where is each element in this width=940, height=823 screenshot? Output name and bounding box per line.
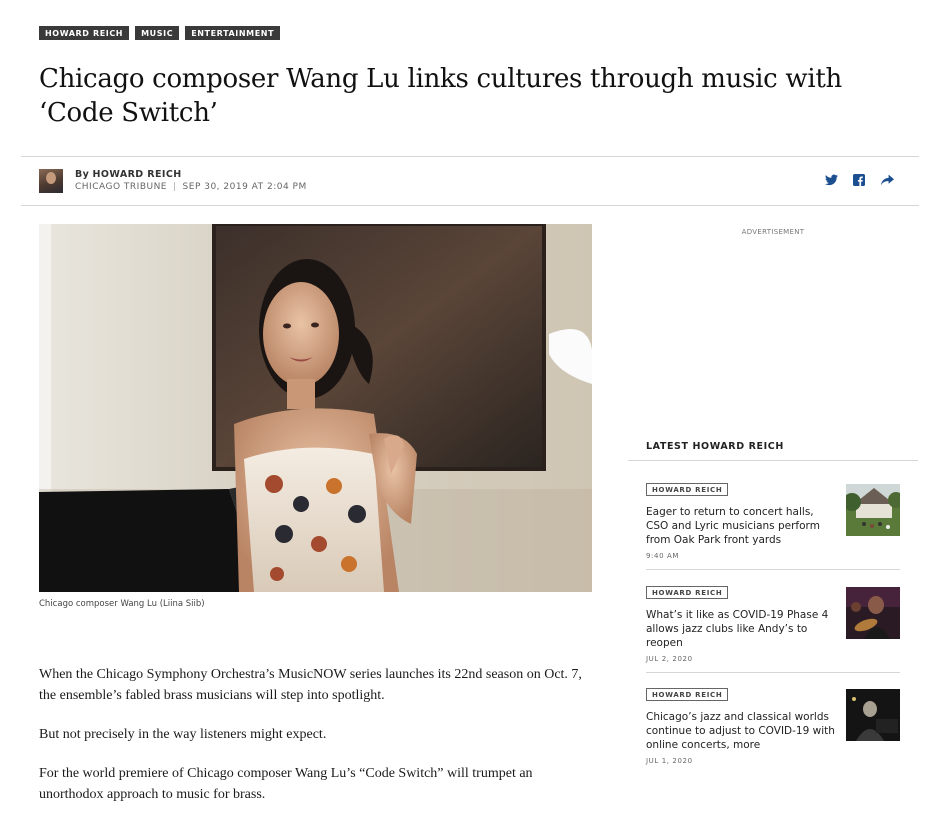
header-divider-bottom <box>21 205 919 206</box>
tag-entertainment[interactable]: ENTERTAINMENT <box>185 26 281 40</box>
author-name-link[interactable]: HOWARD REICH <box>93 169 182 180</box>
share-arrow-icon[interactable] <box>880 174 894 188</box>
story-thumbnail[interactable] <box>846 689 900 741</box>
story-headline-link[interactable]: Eager to return to concert halls, CSO an… <box>646 505 836 547</box>
byline: By HOWARD REICH CHICAGO TRIBUNE | SEP 30, … <box>75 168 307 194</box>
story-thumbnail[interactable] <box>846 587 900 639</box>
byline-prefix: By <box>75 169 90 180</box>
tag-music[interactable]: MUSIC <box>135 26 180 40</box>
story-headline-link[interactable]: Chicago’s jazz and classical worlds cont… <box>646 710 836 752</box>
article-photo[interactable] <box>39 224 592 592</box>
story-tag[interactable]: HOWARD REICH <box>646 586 729 599</box>
latest-section-title: LATEST HOWARD REICH <box>646 441 784 452</box>
article-headline: Chicago composer Wang Lu links cultures … <box>39 64 842 128</box>
story-divider <box>646 672 900 673</box>
author-avatar[interactable] <box>39 169 63 193</box>
latest-story[interactable]: HOWARD REICH Eager to return to concert … <box>646 479 902 560</box>
story-divider <box>646 569 900 570</box>
story-timestamp: JUL 1, 2020 <box>646 757 693 765</box>
facebook-icon[interactable] <box>852 174 866 188</box>
twitter-icon[interactable] <box>824 174 838 188</box>
outlet-name: CHICAGO TRIBUNE <box>75 182 167 192</box>
story-timestamp: JUL 2, 2020 <box>646 655 693 663</box>
byline-separator: | <box>173 182 177 192</box>
latest-story[interactable]: HOWARD REICH Chicago’s jazz and classica… <box>646 684 902 765</box>
tag-howard-reich[interactable]: HOWARD REICH <box>39 26 130 40</box>
story-headline-link[interactable]: What’s it like as COVID-19 Phase 4 allow… <box>646 608 836 650</box>
advertisement-label: ADVERTISEMENT <box>741 228 805 236</box>
photo-caption: Chicago composer Wang Lu (Liina Siib) <box>39 599 205 609</box>
story-tag[interactable]: HOWARD REICH <box>646 688 729 701</box>
body-paragraph: For the world premiere of Chicago compos… <box>39 766 533 802</box>
article-body: When the Chicago Symphony Orchestra’s Mu… <box>39 664 599 823</box>
publish-date: SEP 30, 2019 AT 2:04 PM <box>182 182 307 192</box>
story-thumbnail[interactable] <box>846 484 900 536</box>
body-paragraph: But not precisely in the way listeners m… <box>39 727 327 742</box>
story-tag[interactable]: HOWARD REICH <box>646 483 729 496</box>
header-divider-top <box>21 156 919 157</box>
section-tags: HOWARD REICH MUSIC ENTERTAINMENT <box>39 26 281 40</box>
latest-divider <box>628 460 918 461</box>
share-bar <box>824 174 894 188</box>
story-timestamp: 9:40 AM <box>646 552 679 560</box>
body-paragraph: When the Chicago Symphony Orchestra’s Mu… <box>39 667 582 703</box>
latest-story[interactable]: HOWARD REICH What’s it like as COVID-19 … <box>646 582 902 663</box>
